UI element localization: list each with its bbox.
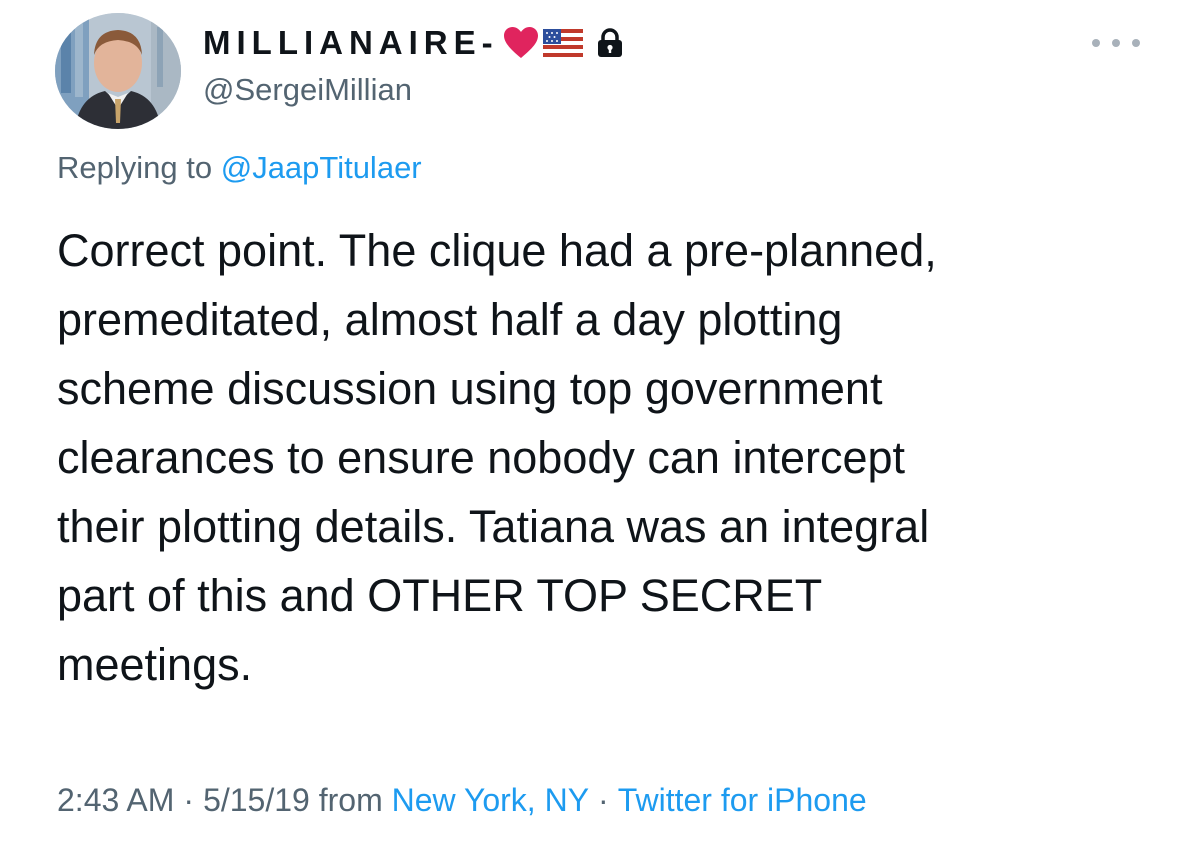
more-dot <box>1112 39 1120 47</box>
tweet-text-line: scheme discussion using top government <box>57 363 883 414</box>
us-flag-emoji <box>542 29 583 57</box>
more-dot <box>1132 39 1140 47</box>
source-link[interactable]: Twitter for iPhone <box>618 782 867 818</box>
separator: · <box>183 782 195 818</box>
tweet-text-line: their plotting details. Tatiana was an i… <box>57 501 930 552</box>
from-label: from <box>318 782 383 818</box>
heart-emoji <box>503 26 539 60</box>
reply-mention-link[interactable]: @JaapTitulaer <box>221 150 422 185</box>
tweet-time[interactable]: 2:43 AM <box>57 782 174 818</box>
lock-icon <box>597 28 623 58</box>
avatar-image <box>55 13 181 129</box>
tweet-date[interactable]: 5/15/19 <box>203 782 310 818</box>
separator: · <box>598 782 609 818</box>
replying-label: Replying to <box>57 150 221 185</box>
avatar[interactable] <box>55 13 181 129</box>
tweet-text-line: part of this and OTHER TOP SECRET <box>57 570 823 621</box>
tweet-text-line: Correct point. The clique had a pre-plan… <box>57 225 937 276</box>
more-dot <box>1092 39 1100 47</box>
tweet-text: Correct point. The clique had a pre-plan… <box>57 216 1157 699</box>
user-handle[interactable]: @SergeiMillian <box>203 72 412 108</box>
tweet-meta: 2:43 AM · 5/15/19 from New York, NY · Twitte… <box>57 782 867 819</box>
tweet-text-line: meetings. <box>57 639 253 690</box>
display-name-row[interactable]: MILLIANAIRE- <box>203 18 623 68</box>
display-name[interactable]: MILLIANAIRE- <box>203 24 499 62</box>
tweet-card: MILLIANAIRE- @SergeiMillian Replying to … <box>0 0 1200 854</box>
tweet-text-line: premeditated, almost half a day plotting <box>57 294 843 345</box>
tweet-text-line: clearances to ensure nobody can intercep… <box>57 432 906 483</box>
location-link[interactable]: New York, NY <box>392 782 589 818</box>
more-horizontal-icon[interactable] <box>1092 28 1140 58</box>
replying-to: Replying to @JaapTitulaer <box>57 150 422 186</box>
